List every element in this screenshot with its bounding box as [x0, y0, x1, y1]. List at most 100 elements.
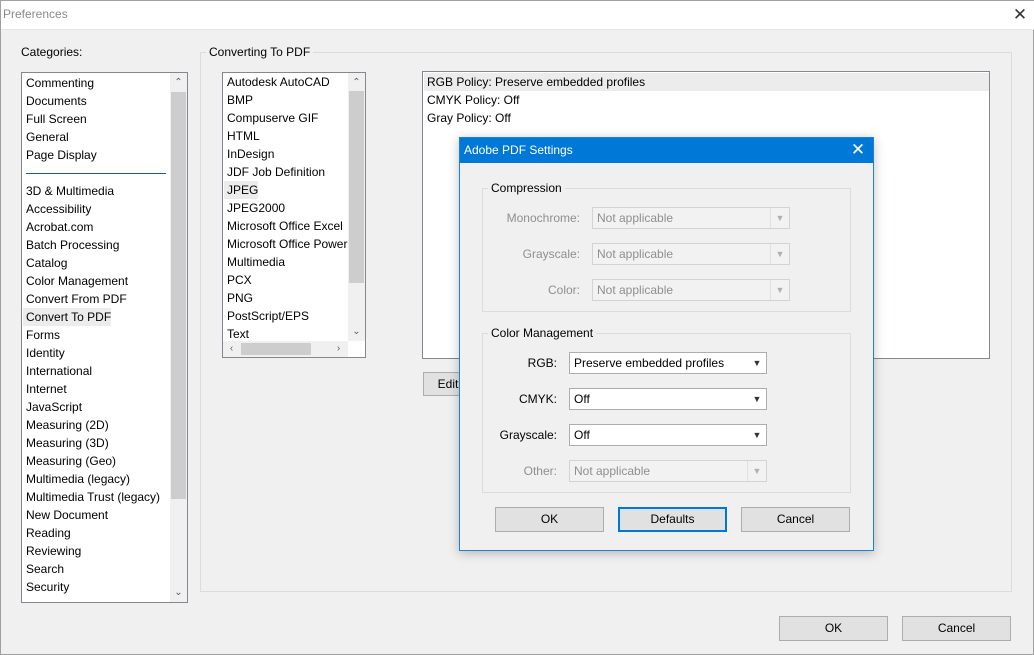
scroll-thumb[interactable]	[349, 91, 364, 283]
format-item[interactable]: JPEG	[224, 181, 259, 199]
chevron-down-icon: ▼	[770, 280, 789, 300]
category-item[interactable]: Acrobat.com	[26, 218, 93, 236]
categories-label: Categories:	[21, 45, 83, 59]
other-label: Other:	[523, 464, 557, 478]
color-compression-value: Not applicable	[597, 283, 674, 297]
format-item[interactable]: PCX	[227, 271, 252, 289]
formats-hscrollbar[interactable]: ‹ ›	[223, 341, 348, 357]
category-item[interactable]: Convert From PDF	[26, 290, 127, 308]
category-item[interactable]: Page Display	[26, 146, 97, 164]
compression-legend: Compression	[488, 181, 565, 195]
scroll-up-icon[interactable]: ⌃	[349, 75, 364, 90]
format-item[interactable]: Microsoft Office PowerPoint	[227, 235, 365, 253]
other-select[interactable]: Not applicable ▼	[569, 460, 767, 482]
defaults-button[interactable]: Defaults	[618, 507, 727, 532]
chevron-down-icon: ▼	[752, 394, 762, 404]
grayscale-compression-value: Not applicable	[597, 247, 674, 261]
format-item[interactable]: Multimedia	[227, 253, 285, 271]
category-item[interactable]: Measuring (Geo)	[26, 452, 116, 470]
cmyk-select[interactable]: Off ▼	[569, 388, 767, 410]
chevron-down-icon: ▼	[752, 358, 762, 368]
category-item[interactable]: Multimedia Trust (legacy)	[26, 488, 160, 506]
category-item[interactable]: Commenting	[26, 74, 94, 92]
format-item[interactable]: Compuserve GIF	[227, 109, 318, 127]
color-management-legend: Color Management	[488, 326, 597, 340]
format-item[interactable]: InDesign	[227, 145, 274, 163]
close-icon[interactable]: ✕	[1011, 6, 1029, 24]
categories-list[interactable]: Commenting Documents Full Screen General Pag…	[21, 72, 188, 603]
dialog-title-bar: Adobe PDF Settings ✕	[460, 138, 873, 163]
scroll-thumb[interactable]	[171, 92, 186, 499]
category-item[interactable]: Full Screen	[26, 110, 87, 128]
cmyk-label: CMYK:	[518, 392, 557, 406]
formats-vscrollbar[interactable]: ⌃ ⌄	[348, 73, 365, 341]
category-item[interactable]: Documents	[26, 92, 87, 110]
category-item[interactable]: Multimedia (legacy)	[26, 470, 130, 488]
format-item[interactable]: PostScript/EPS	[227, 307, 309, 325]
category-item[interactable]: Internet	[26, 380, 67, 398]
cmyk-value: Off	[574, 392, 590, 406]
settings-line: CMYK Policy: Off	[427, 93, 520, 107]
dialog-cancel-button[interactable]: Cancel	[741, 507, 850, 532]
color-compression-select[interactable]: Not applicable ▼	[592, 279, 790, 301]
category-item[interactable]: Identity	[26, 344, 65, 362]
dialog-ok-button[interactable]: OK	[495, 507, 604, 532]
category-item[interactable]: JavaScript	[26, 398, 82, 416]
close-icon[interactable]: ✕	[848, 140, 868, 160]
monochrome-select[interactable]: Not applicable ▼	[592, 207, 790, 229]
format-item[interactable]: JPEG2000	[227, 199, 285, 217]
settings-line: Gray Policy: Off	[427, 111, 511, 125]
ok-button[interactable]: OK	[779, 616, 888, 641]
other-value: Not applicable	[574, 464, 651, 478]
grayscale-label: Grayscale:	[499, 428, 557, 442]
format-item[interactable]: Microsoft Office Excel	[227, 217, 343, 235]
category-item[interactable]: 3D & Multimedia	[26, 182, 114, 200]
category-item[interactable]: Batch Processing	[26, 236, 119, 254]
category-item[interactable]: Security	[26, 578, 69, 596]
color-compression-label: Color:	[547, 283, 580, 297]
category-item[interactable]: Reviewing	[26, 542, 81, 560]
scroll-up-icon[interactable]: ⌃	[171, 75, 186, 90]
category-item[interactable]: Accessibility	[26, 200, 91, 218]
category-item[interactable]: Measuring (3D)	[26, 434, 109, 452]
window-title: Preferences	[3, 7, 68, 21]
category-item[interactable]: Convert To PDF	[23, 308, 112, 326]
title-bar: Preferences ✕	[1, 1, 1034, 30]
formats-list[interactable]: Autodesk AutoCAD BMP Compuserve GIF HTML InD…	[222, 72, 366, 358]
format-item[interactable]: JDF Job Definition	[227, 163, 325, 181]
category-item[interactable]: International	[26, 362, 92, 380]
monochrome-label: Monochrome:	[506, 211, 580, 225]
format-item[interactable]: BMP	[227, 91, 253, 109]
scroll-down-icon[interactable]: ⌄	[349, 324, 364, 339]
format-item[interactable]: HTML	[227, 127, 260, 145]
grayscale-select[interactable]: Off ▼	[569, 424, 767, 446]
converting-title: Converting To PDF	[206, 45, 314, 59]
pdf-settings-dialog: Adobe PDF Settings ✕ Compression Monochr…	[459, 137, 874, 551]
grayscale-value: Off	[574, 428, 590, 442]
dialog-title: Adobe PDF Settings	[464, 143, 573, 157]
rgb-label: RGB:	[527, 356, 557, 370]
format-item[interactable]: Autodesk AutoCAD	[227, 73, 330, 91]
category-divider	[26, 173, 166, 174]
scroll-down-icon[interactable]: ⌄	[171, 585, 186, 600]
chevron-down-icon: ▼	[770, 244, 789, 264]
category-item[interactable]: Reading	[26, 524, 71, 542]
grayscale-compression-select[interactable]: Not applicable ▼	[592, 243, 790, 265]
category-item[interactable]: Search	[26, 560, 64, 578]
hscroll-thumb[interactable]	[241, 343, 311, 355]
chevron-down-icon: ▼	[752, 430, 762, 440]
category-item[interactable]: Color Management	[26, 272, 128, 290]
category-item[interactable]: Measuring (2D)	[26, 416, 109, 434]
cancel-button[interactable]: Cancel	[902, 616, 1011, 641]
scroll-right-icon[interactable]: ›	[331, 341, 346, 356]
category-item[interactable]: Forms	[26, 326, 60, 344]
chevron-down-icon: ▼	[747, 461, 766, 481]
category-item[interactable]: New Document	[26, 506, 108, 524]
grayscale-compression-label: Grayscale:	[522, 247, 580, 261]
categories-scrollbar[interactable]: ⌃ ⌄	[170, 73, 187, 602]
format-item[interactable]: PNG	[227, 289, 253, 307]
category-item[interactable]: General	[26, 128, 69, 146]
rgb-select[interactable]: Preserve embedded profiles ▼	[569, 352, 767, 374]
scroll-left-icon[interactable]: ‹	[224, 341, 239, 356]
category-item[interactable]: Catalog	[26, 254, 67, 272]
